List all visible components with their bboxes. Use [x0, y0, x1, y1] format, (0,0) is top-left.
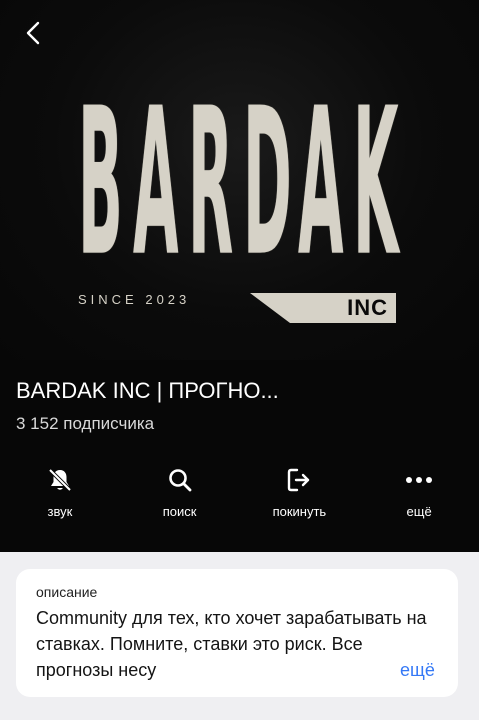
- leave-button[interactable]: покинуть: [249, 464, 349, 528]
- description-more-link[interactable]: ещё: [400, 657, 435, 683]
- more-button[interactable]: ещё: [369, 464, 469, 528]
- channel-title: BARDAK INC | ПРОГНО...: [16, 378, 279, 403]
- description-label: описание: [36, 584, 98, 600]
- action-bar: звук поиск покинуть ещё: [0, 464, 479, 528]
- search-label: поиск: [162, 504, 197, 519]
- logo-inc-badge: INC: [250, 293, 396, 323]
- channel-header: B A R D A K SINCE 2023 INC BARDAK INC | …: [0, 0, 479, 552]
- back-button[interactable]: [18, 18, 48, 48]
- logo-letter: K: [353, 65, 399, 302]
- mute-label: звук: [47, 504, 73, 519]
- logo-letter: A: [298, 65, 344, 302]
- channel-logo: B A R D A K SINCE 2023 INC: [70, 80, 410, 340]
- search-icon: [167, 464, 193, 496]
- logo-letter: B: [78, 65, 123, 302]
- logo-letter: D: [243, 65, 292, 302]
- logo-wordmark: B A R D A K: [78, 65, 408, 302]
- leave-label: покинуть: [272, 504, 327, 519]
- subscriber-count: 3 152 подписчика: [16, 414, 155, 433]
- bell-slash-icon: [47, 464, 73, 496]
- logo-letter: A: [133, 65, 179, 302]
- logo-letter: R: [188, 65, 234, 302]
- chevron-left-icon: [26, 21, 40, 45]
- logo-since-text: SINCE 2023: [78, 292, 191, 307]
- more-dots-icon: [405, 464, 433, 496]
- leave-icon: [286, 464, 312, 496]
- mute-button[interactable]: звук: [10, 464, 110, 528]
- logo-inc-text: INC: [347, 295, 388, 320]
- description-card[interactable]: описание Community для тех, кто хочет за…: [16, 569, 458, 697]
- description-fade: [334, 657, 394, 683]
- search-button[interactable]: поиск: [130, 464, 230, 528]
- more-label: ещё: [406, 504, 432, 519]
